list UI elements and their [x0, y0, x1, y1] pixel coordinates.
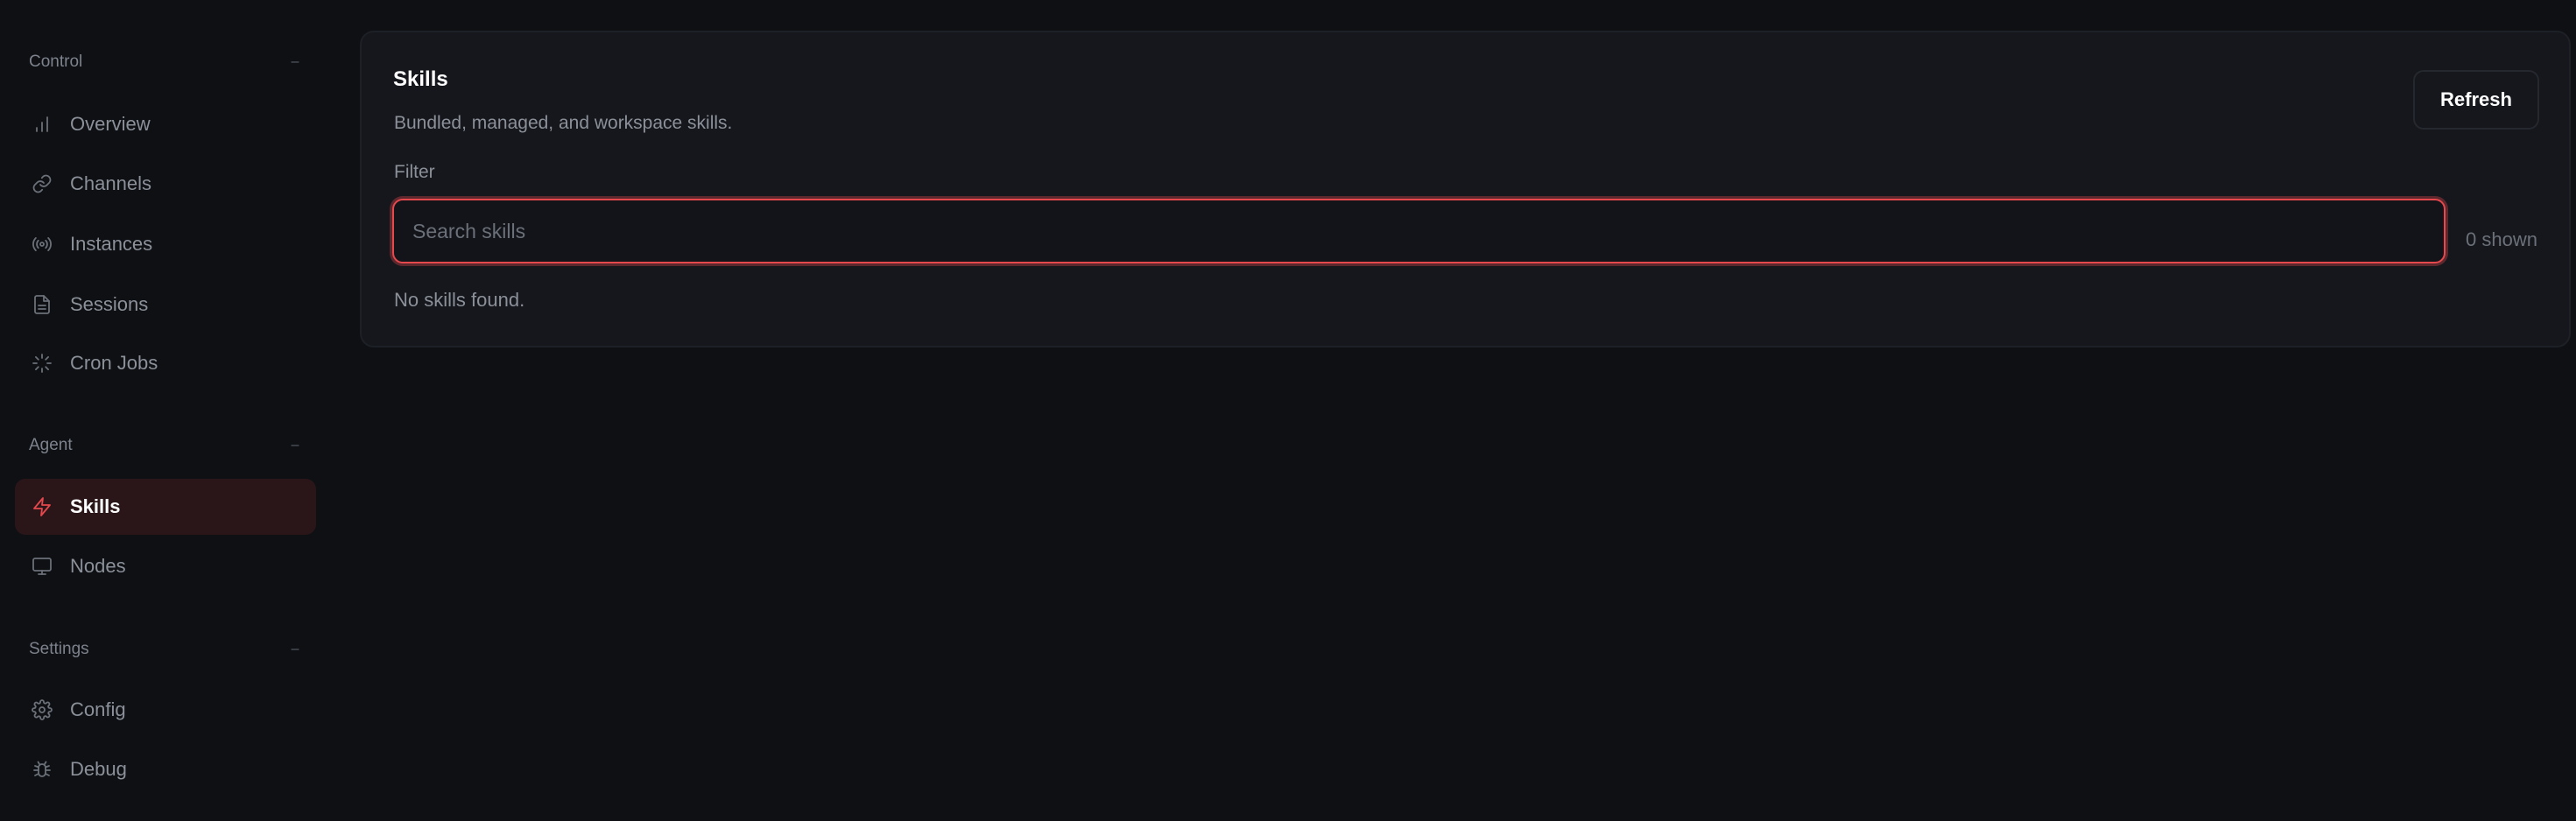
monitor-icon: [31, 555, 53, 578]
sidebar-item-sessions[interactable]: Sessions: [15, 277, 316, 333]
broadcast-icon: [31, 233, 53, 256]
collapse-icon[interactable]: –: [290, 642, 300, 657]
group-title: Settings: [29, 640, 89, 658]
sidebar-item-label: Skills: [70, 495, 121, 517]
group-header-control[interactable]: Control –: [29, 49, 300, 75]
search-input[interactable]: [392, 199, 2446, 263]
sidebar-item-config[interactable]: Config: [15, 682, 316, 738]
sidebar-item-cron-jobs[interactable]: Cron Jobs: [15, 335, 316, 391]
collapse-icon[interactable]: –: [290, 54, 300, 70]
sidebar-item-label: Overview: [70, 113, 151, 135]
sidebar-item-skills[interactable]: Skills: [15, 479, 316, 535]
shown-count: 0 shown: [2466, 228, 2537, 250]
sidebar-item-label: Debug: [70, 758, 127, 780]
sidebar-item-debug[interactable]: Debug: [15, 741, 316, 797]
app-root: Control – Overview Channels Instances Se…: [0, 0, 2576, 821]
sidebar-item-label: Cron Jobs: [70, 352, 158, 374]
empty-state-message: No skills found.: [394, 289, 525, 311]
sidebar-item-label: Sessions: [70, 293, 149, 315]
sidebar-item-nodes[interactable]: Nodes: [15, 538, 316, 594]
page-title: Skills: [393, 67, 448, 91]
page-subtitle: Bundled, managed, and workspace skills.: [394, 113, 733, 133]
refresh-button[interactable]: Refresh: [2413, 70, 2539, 130]
loader-icon: [31, 352, 53, 375]
skills-card: Skills Bundled, managed, and workspace s…: [360, 31, 2571, 347]
sidebar-item-label: Config: [70, 698, 126, 720]
sidebar: Control – Overview Channels Instances Se…: [0, 0, 328, 821]
zap-icon: [31, 495, 53, 518]
sidebar-item-overview[interactable]: Overview: [15, 96, 316, 152]
sidebar-item-instances[interactable]: Instances: [15, 216, 316, 272]
sidebar-item-label: Instances: [70, 233, 153, 255]
group-header-settings[interactable]: Settings –: [29, 636, 300, 663]
group-title: Agent: [29, 436, 73, 454]
link-icon: [31, 172, 53, 195]
sidebar-item-channels[interactable]: Channels: [15, 156, 316, 212]
filter-label: Filter: [394, 162, 435, 182]
document-icon: [31, 293, 53, 316]
group-title: Control: [29, 53, 83, 71]
collapse-icon[interactable]: –: [290, 438, 300, 453]
group-header-agent[interactable]: Agent –: [29, 432, 300, 459]
bar-chart-icon: [31, 113, 53, 136]
sidebar-item-label: Channels: [70, 172, 151, 194]
bug-icon: [31, 758, 53, 781]
gear-icon: [31, 698, 53, 721]
sidebar-item-label: Nodes: [70, 555, 126, 577]
